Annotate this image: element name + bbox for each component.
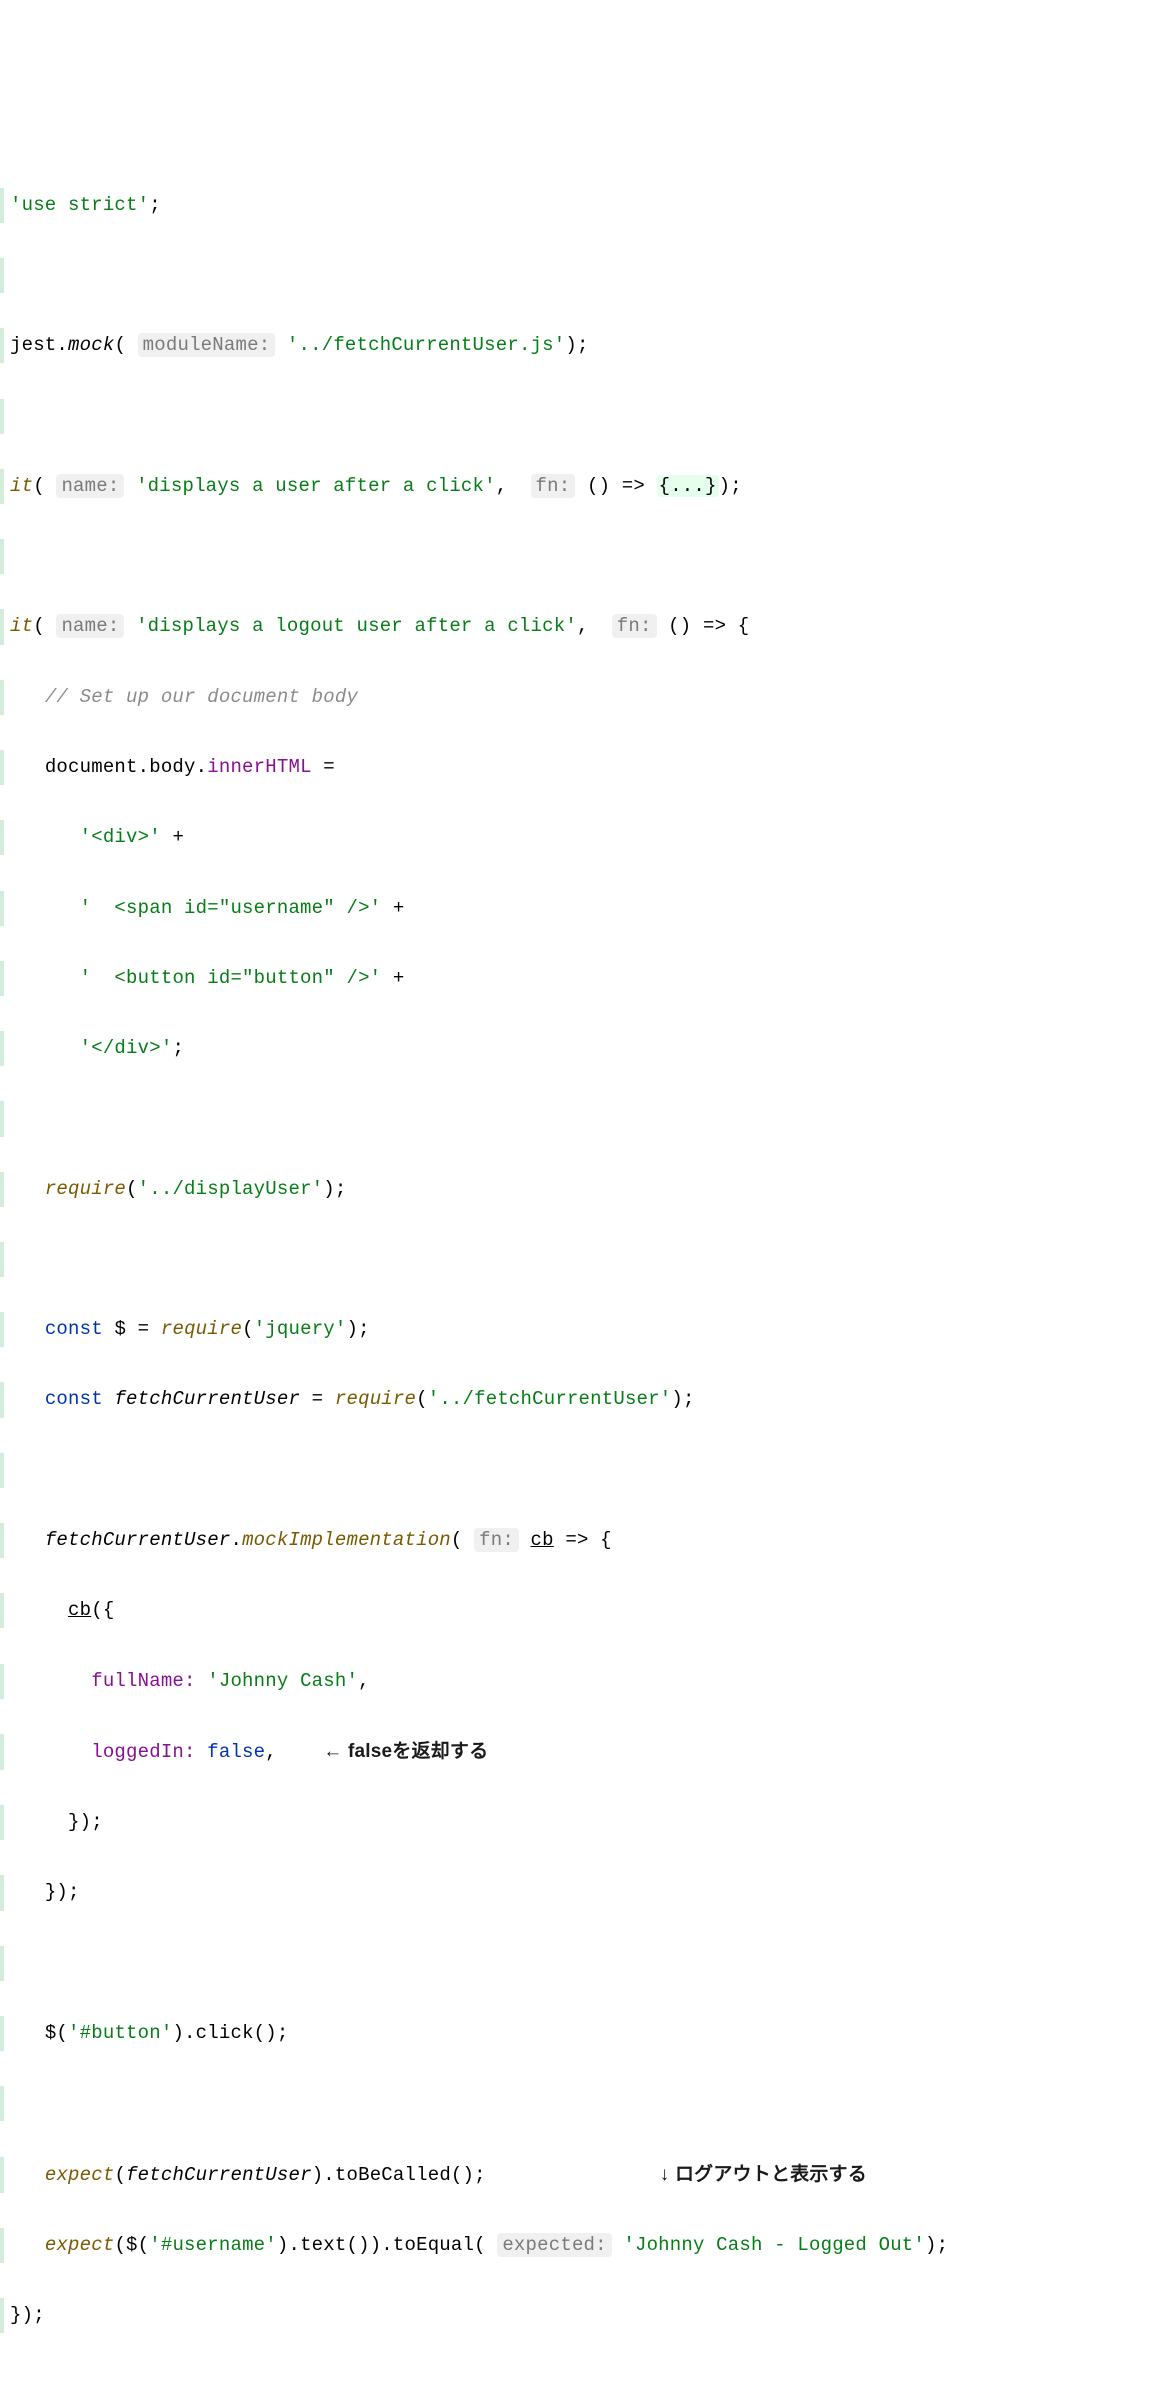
code-line: }); [0, 1875, 1166, 1910]
code-line: }); [0, 2298, 1166, 2333]
code-line: const $ = require('jquery'); [0, 1312, 1166, 1347]
plus-op: + [161, 826, 184, 848]
param-hint: name: [56, 614, 124, 638]
code-line: const fetchCurrentUser = require('../fet… [0, 1382, 1166, 1417]
code-line: document.body.innerHTML = [0, 750, 1166, 785]
arrow-fn: () => [587, 475, 657, 497]
code-line: $('#button').click(); [0, 2016, 1166, 2051]
param-hint: moduleName: [138, 333, 276, 357]
false-kw: false [207, 1741, 265, 1763]
code-line: }); [0, 1805, 1166, 1840]
fetch-user-var: fetchCurrentUser [114, 1388, 300, 1410]
click-call: ).click(); [172, 2022, 288, 2044]
require-call: require [335, 1388, 416, 1410]
code-line: jest.mock( moduleName: '../fetchCurrentU… [0, 328, 1166, 363]
code-line [0, 1946, 1166, 1981]
to-be-called: .toBeCalled(); [323, 2164, 485, 2186]
code-line: ' <button id="button" />' + [0, 961, 1166, 996]
const-kw: const [45, 1318, 103, 1340]
close-brace: }); [45, 1881, 80, 1903]
param-hint: fn: [531, 474, 576, 498]
require-call: require [161, 1318, 242, 1340]
string-literal: 'displays a user after a click' [136, 475, 496, 497]
string-literal: '../displayUser' [138, 1178, 324, 1200]
param-hint: fn: [474, 1528, 519, 1552]
close-brace: }); [10, 2304, 45, 2326]
plus-op: + [381, 897, 404, 919]
code-editor[interactable]: 'use strict'; jest.mock( moduleName: '..… [0, 153, 1166, 2369]
code-line [0, 1101, 1166, 1136]
dollar-var: $ = [114, 1318, 160, 1340]
close-brace: }); [68, 1811, 103, 1833]
code-line [0, 399, 1166, 434]
param-hint: fn: [612, 614, 657, 638]
string-literal: '../fetchCurrentUser.js' [287, 334, 565, 356]
arrow-fn: => { [554, 1529, 612, 1551]
code-line [0, 1242, 1166, 1277]
expect-call: expect [45, 2164, 115, 2186]
annotation-logout-display: ↓ ログアウトと表示する [660, 2164, 867, 2185]
code-line: ' <span id="username" />' + [0, 891, 1166, 926]
code-line: '</div>'; [0, 1031, 1166, 1066]
string-literal: 'displays a logout user after a click' [136, 615, 577, 637]
string-literal: 'Johnny Cash' [207, 1670, 358, 1692]
string-literal: ' <span id="username" />' [80, 897, 382, 919]
code-line [0, 539, 1166, 574]
code-line: expect(fetchCurrentUser).toBeCalled(); ↓… [0, 2157, 1166, 2193]
it-call: it [10, 475, 33, 497]
code-line: // Set up our document body [0, 680, 1166, 715]
code-line: it( name: 'displays a logout user after … [0, 609, 1166, 644]
doc-body-assign: document.body.innerHTML = [45, 756, 335, 778]
mock-method: mock [68, 334, 114, 356]
const-kw: const [45, 1388, 103, 1410]
prop-innerHTML: innerHTML [207, 756, 311, 778]
fetch-user-var: fetchCurrentUser [126, 2164, 312, 2186]
folded-code[interactable]: {...} [657, 475, 719, 497]
code-line: expect($('#username').text()).toEqual( e… [0, 2228, 1166, 2263]
string-literal: 'jquery' [254, 1318, 347, 1340]
jest-obj: jest [10, 334, 56, 356]
cb-param: cb [531, 1529, 554, 1551]
code-line [0, 1453, 1166, 1488]
annotation-false-return: ← falseを返却する [323, 1741, 488, 1762]
string-literal: 'use strict' [10, 194, 149, 216]
it-call: it [10, 615, 33, 637]
code-line: 'use strict'; [0, 188, 1166, 223]
text-toequal: ).text()).toEqual( [277, 2234, 486, 2256]
require-call: require [45, 1178, 126, 1200]
string-literal: '</div>' [80, 1037, 173, 1059]
code-line: '<div>' + [0, 820, 1166, 855]
code-line: loggedIn: false, ← falseを返却する [0, 1734, 1166, 1770]
fetch-user-var: fetchCurrentUser [45, 1529, 231, 1551]
arrow-fn: () => { [668, 615, 749, 637]
cb-call: cb [68, 1599, 91, 1621]
expect-call: expect [45, 2234, 115, 2256]
string-literal: '#username' [149, 2234, 277, 2256]
comment: // Set up our document body [45, 686, 358, 708]
string-literal: 'Johnny Cash - Logged Out' [623, 2234, 925, 2256]
code-line: it( name: 'displays a user after a click… [0, 469, 1166, 504]
string-literal: '<div>' [80, 826, 161, 848]
param-hint: name: [56, 474, 124, 498]
jquery-call: $( [45, 2022, 68, 2044]
plus-op: + [381, 967, 404, 989]
code-line [0, 258, 1166, 293]
string-literal: '../fetchCurrentUser' [428, 1388, 672, 1410]
string-literal: ' <button id="button" />' [80, 967, 382, 989]
code-line: fullName: 'Johnny Cash', [0, 1664, 1166, 1699]
code-line: fetchCurrentUser.mockImplementation( fn:… [0, 1523, 1166, 1558]
string-literal: '#button' [68, 2022, 172, 2044]
prop-loggedin: loggedIn: [91, 1741, 207, 1763]
mock-impl-method: mockImplementation [242, 1529, 451, 1551]
code-line: require('../displayUser'); [0, 1172, 1166, 1207]
param-hint: expected: [497, 2233, 611, 2257]
prop-fullname: fullName: [91, 1670, 207, 1692]
code-line: cb({ [0, 1593, 1166, 1628]
code-line [0, 2086, 1166, 2121]
